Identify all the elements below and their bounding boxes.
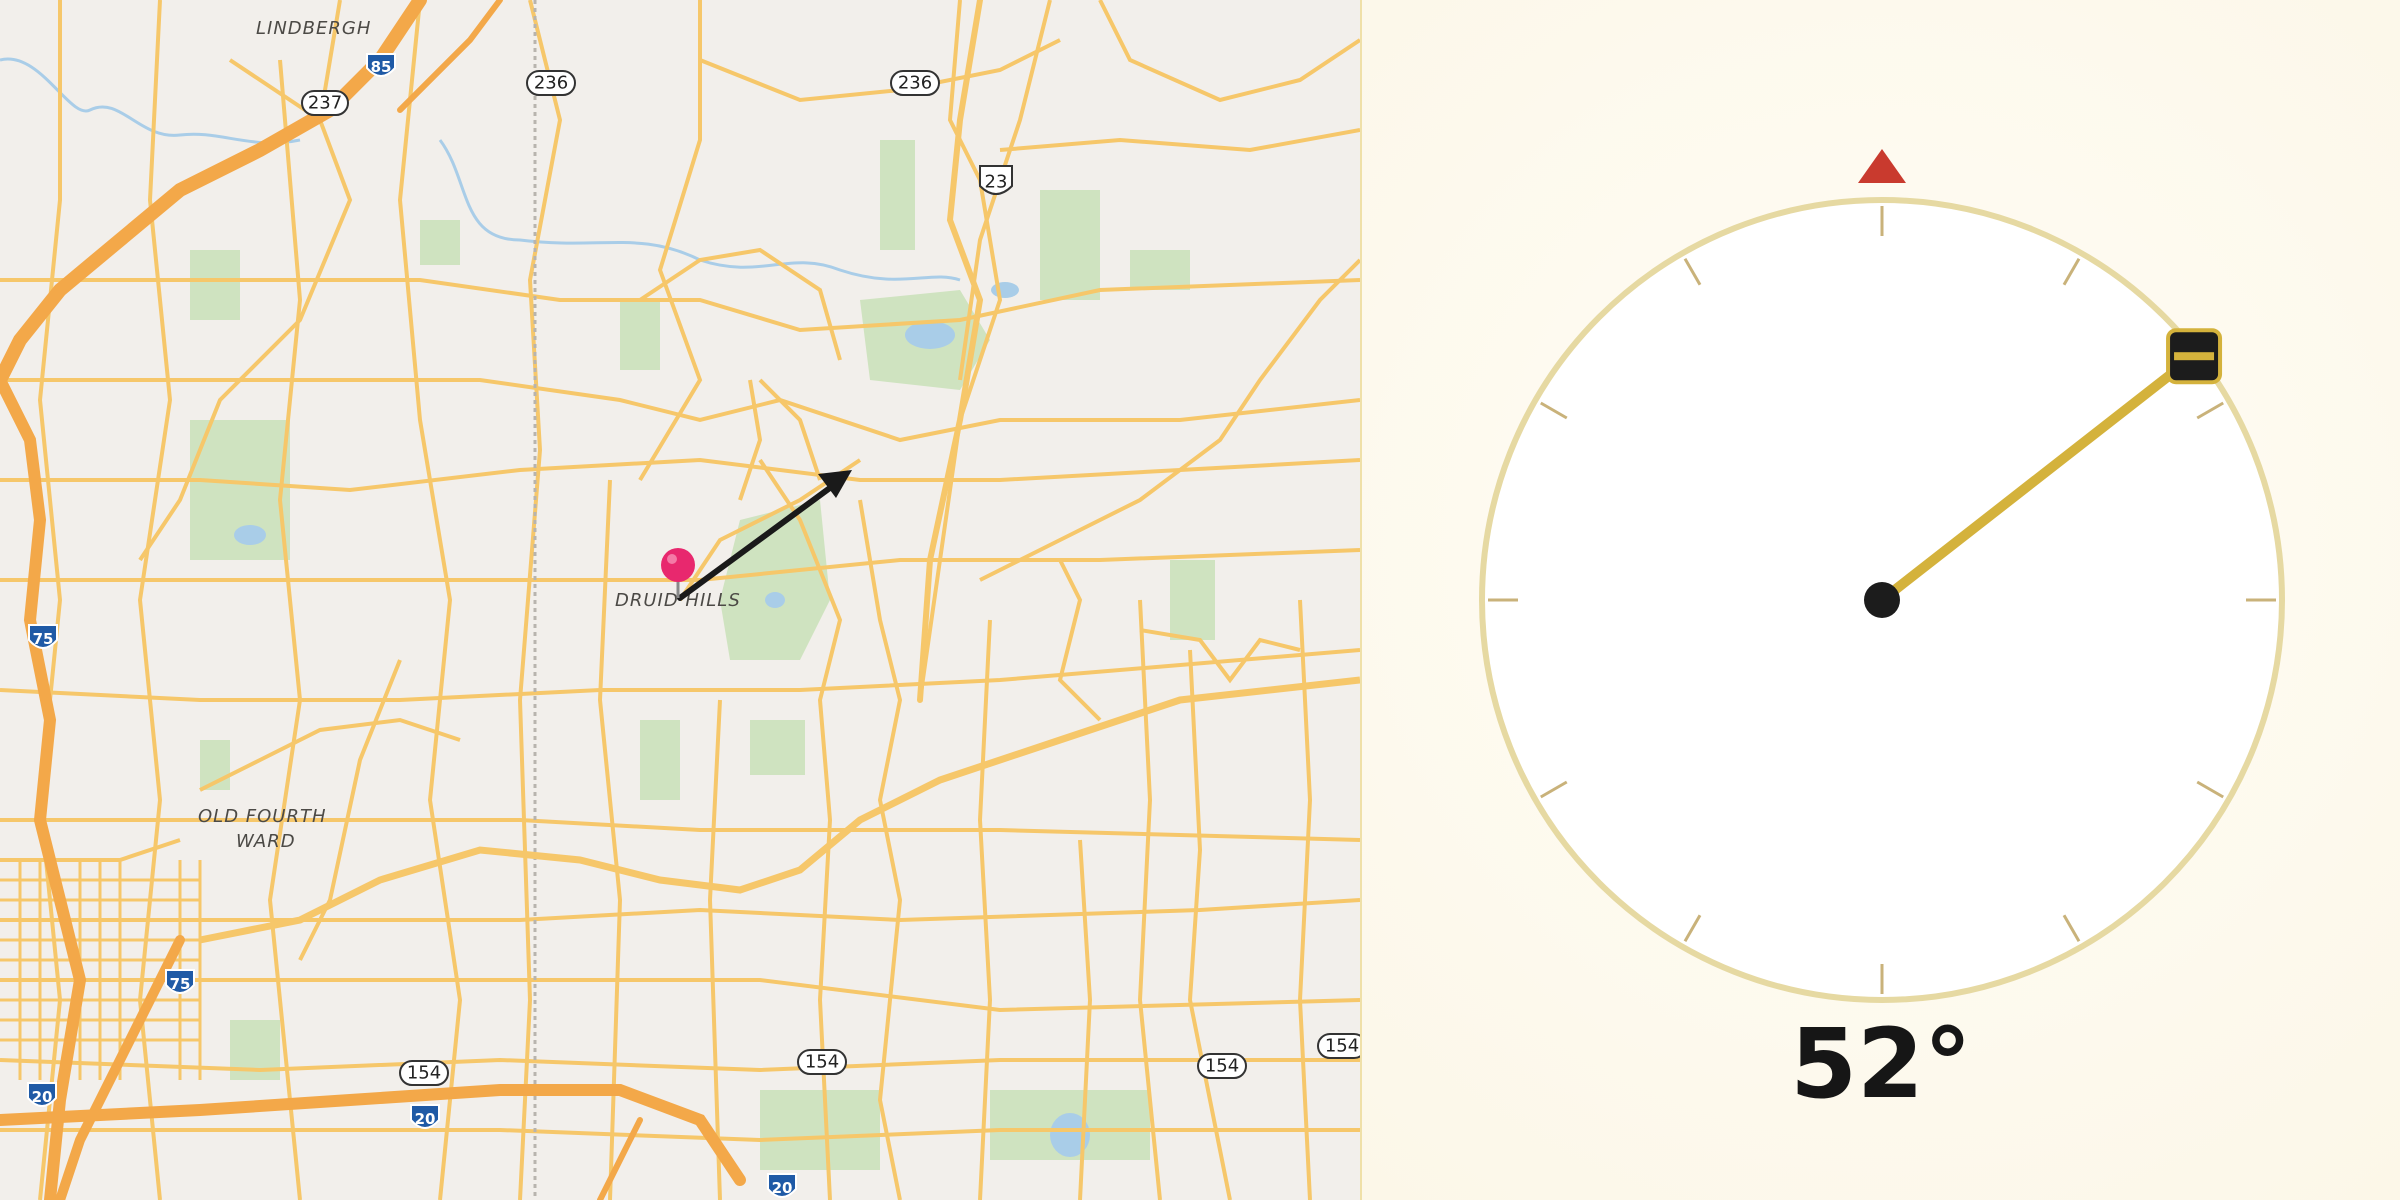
svg-text:75: 75	[170, 975, 191, 993]
map-panel[interactable]: LINDBERGH DRUID HILLS OLD FOURTH WARD 85…	[0, 0, 1362, 1200]
shield-i75-a: 75	[28, 624, 58, 649]
svg-text:20: 20	[415, 1110, 436, 1128]
svg-text:236: 236	[534, 73, 568, 94]
shield-i20-c: 20	[767, 1173, 797, 1198]
shield-ga236-b: 236	[890, 70, 940, 96]
label-lindbergh: LINDBERGH	[256, 18, 371, 39]
map-canvas[interactable]: LINDBERGH DRUID HILLS OLD FOURTH WARD 85…	[0, 0, 1360, 1200]
shield-ga237: 237	[301, 90, 349, 116]
shield-i20-a: 20	[27, 1082, 57, 1107]
shield-i85: 85	[366, 53, 396, 77]
shield-ga154-d: 154	[1317, 1033, 1360, 1059]
svg-text:75: 75	[33, 630, 54, 648]
label-old-fourth: OLD FOURTH	[198, 806, 327, 827]
shield-ga236-a: 236	[526, 70, 576, 96]
svg-text:85: 85	[371, 58, 392, 76]
shield-ga154-b: 154	[797, 1049, 847, 1075]
svg-text:20: 20	[32, 1088, 53, 1106]
label-ward: WARD	[236, 831, 296, 852]
drag-handle-icon[interactable]	[2166, 328, 2223, 385]
shield-i20-b: 20	[410, 1104, 440, 1129]
app: LINDBERGH DRUID HILLS OLD FOURTH WARD 85…	[0, 0, 2400, 1200]
compass-panel: 52°	[1362, 0, 2400, 1200]
svg-text:23: 23	[985, 172, 1008, 193]
shield-i75-b: 75	[165, 969, 195, 994]
heading-readout: 52°	[1790, 1008, 1972, 1120]
svg-text:20: 20	[772, 1179, 793, 1197]
svg-text:236: 236	[898, 73, 932, 94]
needle-hub	[1864, 582, 1900, 618]
shield-us23: 23	[979, 165, 1013, 195]
svg-text:154: 154	[1325, 1036, 1359, 1057]
svg-text:154: 154	[1205, 1056, 1239, 1077]
svg-text:154: 154	[407, 1063, 441, 1084]
svg-text:237: 237	[308, 93, 342, 114]
shield-ga154-c: 154	[1197, 1053, 1247, 1079]
shield-ga154-a: 154	[399, 1060, 449, 1086]
svg-text:154: 154	[805, 1052, 839, 1073]
north-triangle-icon	[1858, 149, 1906, 183]
